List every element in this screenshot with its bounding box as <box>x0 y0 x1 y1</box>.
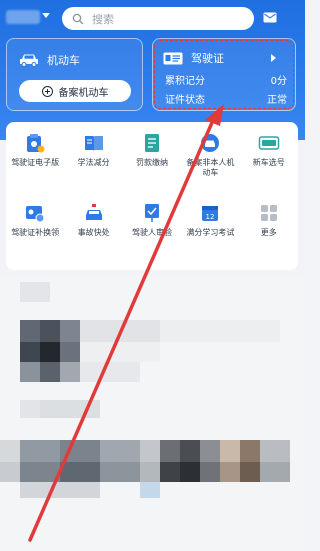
service-license-renew[interactable]: 驾驶证补换领 <box>6 202 64 262</box>
service-new-plate[interactable]: 新车选号 <box>240 132 298 192</box>
car-register-icon <box>201 134 220 152</box>
license-status-row: 证件状态 正常 <box>165 91 287 106</box>
service-accident[interactable]: 事故快处 <box>64 202 122 262</box>
mail-icon[interactable] <box>263 12 277 23</box>
license-points-value: 0分 <box>270 76 287 87</box>
city-selector[interactable] <box>6 10 40 24</box>
chevron-right-icon <box>271 54 276 62</box>
service-label: 驾驶证电子版 <box>11 158 60 167</box>
license-status-label: 证件状态 <box>165 95 205 106</box>
search-input[interactable]: 搜索 <box>62 7 254 30</box>
service-label: 备案非本人机动车 <box>186 158 235 177</box>
service-label: 新车选号 <box>252 158 285 167</box>
license-card[interactable]: 驾驶证 累积记分 0分 证件状态 正常 <box>152 38 296 111</box>
service-more[interactable]: 更多 <box>240 202 298 262</box>
license-points-row: 累积记分 0分 <box>165 72 287 87</box>
service-label: 驾驶证补换领 <box>11 228 60 237</box>
service-register-other-vehicle[interactable]: 备案非本人机动车 <box>181 132 239 192</box>
service-label: 驾驶人审验 <box>131 228 172 237</box>
register-vehicle-label: 备案机动车 <box>58 87 109 99</box>
caret-down-icon[interactable] <box>42 13 50 18</box>
pixelated-content <box>0 276 305 551</box>
license-card-title: 驾驶证 <box>191 52 224 65</box>
service-label: 满分学习考试 <box>186 228 235 237</box>
service-e-license[interactable]: 驾驶证电子版 <box>6 132 64 192</box>
service-full-score-exam[interactable]: 12 满分学习考试 <box>181 202 239 262</box>
services-panel: 驾驶证电子版 学法减分 罚款缴纳 备案非本人机动车 新车选号 驾驶证补换领 事故… <box>6 122 298 270</box>
service-label: 事故快处 <box>77 228 110 237</box>
search-icon <box>72 13 84 24</box>
vehicle-card[interactable]: 机动车 备案机动车 <box>6 38 143 111</box>
service-study[interactable]: 学法减分 <box>64 132 122 192</box>
service-label: 罚款缴纳 <box>135 158 168 167</box>
more-icon <box>260 205 277 221</box>
id-card-icon <box>163 52 183 64</box>
license-points-label: 累积记分 <box>165 76 205 87</box>
driver-review-icon <box>144 204 159 222</box>
calendar-icon: 12 <box>202 206 219 221</box>
license-renew-icon <box>26 206 45 223</box>
e-license-icon <box>27 134 45 153</box>
service-label: 更多 <box>260 228 277 237</box>
search-placeholder: 搜索 <box>92 12 114 26</box>
service-label: 学法减分 <box>77 158 110 167</box>
services-grid: 驾驶证电子版 学法减分 罚款缴纳 备案非本人机动车 新车选号 驾驶证补换领 事故… <box>6 132 298 262</box>
plus-circle-icon <box>41 85 53 97</box>
register-vehicle-button[interactable]: 备案机动车 <box>19 80 131 102</box>
plate-icon <box>258 136 280 150</box>
service-driver-review[interactable]: 驾驶人审验 <box>123 202 181 262</box>
book-icon <box>84 136 103 151</box>
car-icon <box>20 54 38 67</box>
fine-icon <box>144 134 159 152</box>
license-status-value: 正常 <box>267 95 287 106</box>
svg-text:12: 12 <box>206 213 215 221</box>
vehicle-card-title: 机动车 <box>47 54 80 67</box>
top-bar: 搜索 <box>0 0 305 36</box>
service-fine[interactable]: 罚款缴纳 <box>123 132 181 192</box>
accident-icon <box>85 204 102 220</box>
